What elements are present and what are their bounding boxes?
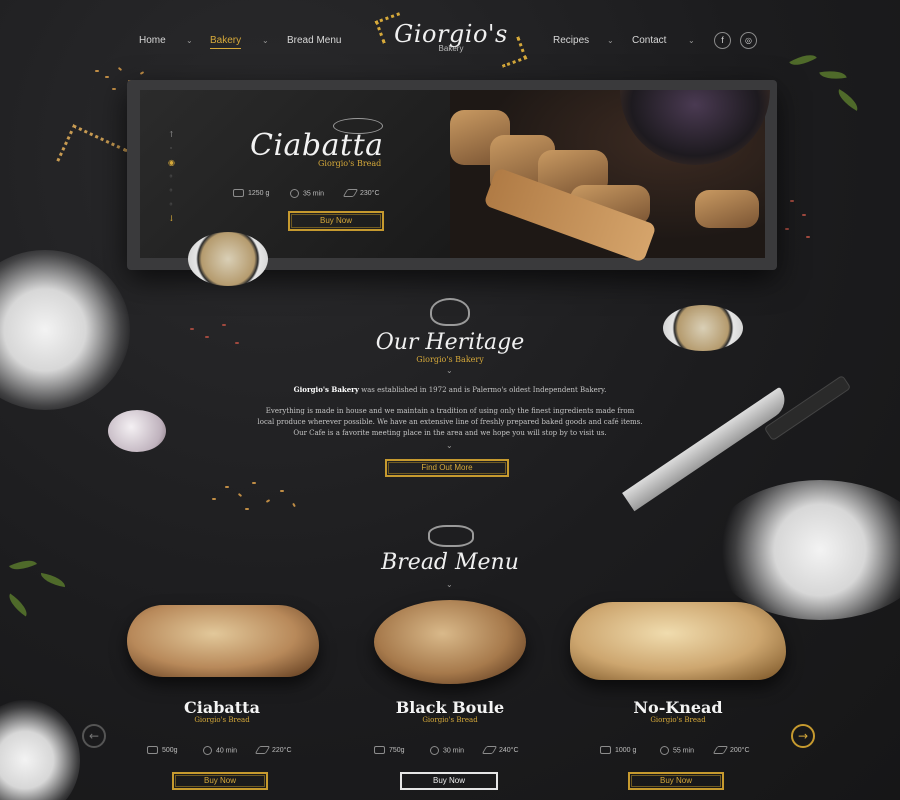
bread-slice-image — [695, 190, 759, 228]
find-out-more-button[interactable]: Find Out More — [385, 459, 509, 477]
olive-leaf-icon — [9, 554, 37, 576]
chevron-down-icon: ⌄ — [446, 366, 453, 375]
pagination-dot[interactable]: ◦ — [168, 170, 174, 184]
scale-icon — [147, 746, 158, 754]
pagination-dot[interactable]: ◦ — [168, 184, 174, 198]
card-subtitle: Giorgio's Bread — [194, 716, 250, 724]
nav-item-recipes[interactable]: Recipes — [553, 35, 589, 46]
chevron-down-icon: ⌄ — [446, 580, 453, 589]
chevron-down-icon[interactable]: ⌄ — [262, 36, 269, 45]
pagination-dot[interactable]: · — [168, 142, 174, 156]
bread-board-icon — [428, 525, 474, 547]
card-subtitle: Giorgio's Bread — [650, 716, 706, 724]
card-weight: 1000 g — [600, 746, 636, 754]
brand-logo[interactable]: Giorgio's Bakery — [374, 10, 528, 68]
carousel-prev-button[interactable]: ← — [82, 724, 106, 748]
main-navigation: Home ⌄ Bakery ⌄ Bread Menu Giorgio's Bak… — [0, 0, 900, 80]
buy-now-button[interactable]: Buy Now — [172, 772, 268, 790]
timer-icon — [430, 746, 439, 755]
card-temp: 240°C — [481, 746, 519, 754]
card-temp: 220°C — [254, 746, 292, 754]
chevron-down-icon: ⌄ — [446, 441, 453, 450]
card-title: Black Boule — [395, 698, 505, 717]
heritage-paragraph: Everything is made in house and we maint… — [257, 407, 643, 437]
card-time: 40 min — [203, 746, 237, 755]
thermometer-icon — [712, 746, 729, 754]
pagination-dot[interactable]: ◦ — [168, 198, 174, 212]
carousel-next-button[interactable]: → — [791, 724, 815, 748]
card-time: 55 min — [660, 746, 694, 755]
no-knead-bread-image — [570, 602, 786, 680]
flour-pile-left — [0, 250, 130, 410]
arrow-down-icon[interactable]: ↓ — [168, 212, 175, 226]
timer-icon — [290, 189, 299, 198]
ground-flour-bowl — [188, 232, 268, 286]
hero-weight: 1250 g — [233, 189, 269, 197]
heritage-subtitle: Giorgio's Bakery — [416, 355, 484, 364]
thermometer-icon — [254, 746, 271, 754]
buy-now-button[interactable]: Buy Now — [628, 772, 724, 790]
instagram-icon[interactable]: ◎ — [740, 32, 757, 49]
hero-temp: 230°C — [342, 189, 380, 197]
hero-subtitle: Giorgio's Bread — [318, 159, 382, 168]
heritage-title: Our Heritage — [375, 330, 525, 355]
olive-leaf-icon — [834, 89, 862, 111]
card-time: 30 min — [430, 746, 464, 755]
card-temp: 200°C — [712, 746, 750, 754]
scale-icon — [233, 189, 244, 197]
card-title: No-Knead — [633, 698, 723, 717]
bread-menu-title: Bread Menu — [381, 550, 519, 575]
nav-item-home[interactable]: Home — [139, 35, 166, 46]
card-title: Ciabatta — [184, 698, 260, 717]
slider-pagination[interactable]: ↑ · ◉ ◦ ◦ ◦ ↓ — [168, 128, 175, 226]
card-subtitle: Giorgio's Bread — [422, 716, 478, 724]
heritage-intro: Giorgio's Bakery was established in 1972… — [293, 385, 607, 394]
pagination-dot-active[interactable]: ◉ — [168, 156, 175, 170]
thermometer-icon — [342, 189, 359, 197]
facebook-icon[interactable]: f — [714, 32, 731, 49]
olive-leaf-icon — [4, 593, 32, 617]
nav-item-bread-menu[interactable]: Bread Menu — [287, 35, 341, 46]
wheat-stalk-icon — [56, 124, 128, 186]
buy-now-button[interactable]: Buy Now — [400, 772, 498, 790]
card-weight: 500g — [147, 746, 178, 754]
flour-pile-right — [710, 480, 900, 620]
timer-icon — [660, 746, 669, 755]
scale-icon — [600, 746, 611, 754]
nav-item-contact[interactable]: Contact — [632, 35, 666, 46]
chevron-down-icon[interactable]: ⌄ — [607, 36, 614, 45]
garlic-bulb — [108, 410, 166, 452]
flour-bowl — [663, 305, 743, 351]
chevron-down-icon[interactable]: ⌄ — [688, 36, 695, 45]
thermometer-icon — [481, 746, 498, 754]
scale-icon — [374, 746, 385, 754]
olive-leaf-icon — [39, 572, 67, 588]
nav-item-bakery[interactable]: Bakery — [210, 35, 242, 49]
black-boule-bread-image — [374, 600, 526, 684]
hero-time: 35 min — [290, 189, 324, 198]
hero-buy-now-button[interactable]: Buy Now — [288, 211, 384, 231]
chevron-down-icon[interactable]: ⌄ — [186, 36, 193, 45]
ciabatta-bread-image — [127, 605, 319, 677]
bread-basket-icon — [430, 298, 470, 326]
hero-text-panel — [140, 90, 450, 258]
card-weight: 750g — [374, 746, 405, 754]
flour-pile-bottom-left — [0, 700, 80, 800]
arrow-up-icon[interactable]: ↑ — [168, 128, 175, 142]
timer-icon — [203, 746, 212, 755]
hero-title: Ciabatta — [250, 128, 384, 163]
